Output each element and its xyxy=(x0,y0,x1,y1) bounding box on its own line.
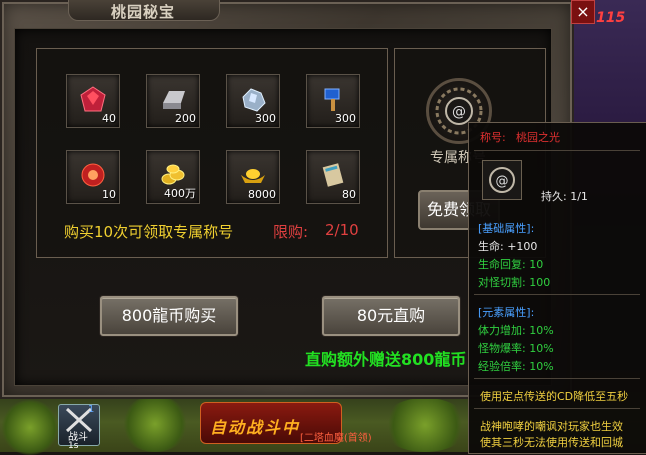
red-gem-icon xyxy=(80,86,106,112)
reward-count: 400万 xyxy=(164,187,196,200)
tooltip-divider xyxy=(474,378,640,379)
gold-ingot-icon xyxy=(241,169,265,183)
blue-hammer-icon xyxy=(324,88,340,111)
tooltip-element-title: [元素属性]: xyxy=(478,306,535,319)
limit-value: 2/10 xyxy=(325,221,359,239)
tooltip-durability: 持久: 1/1 xyxy=(541,190,588,203)
reward-slot[interactable]: 300 xyxy=(306,74,360,128)
close-button[interactable]: × xyxy=(571,0,595,24)
tooltip-base-stat: 生命: +100 xyxy=(478,240,538,253)
tooltip-divider xyxy=(474,294,640,295)
tooltip-divider xyxy=(474,408,640,409)
auto-combat-target: [二塔血魔(首领) xyxy=(300,433,372,444)
hp-overlay-text: 115 xyxy=(596,10,626,26)
foliage-decoration xyxy=(380,398,470,452)
reward-slot[interactable]: 10 xyxy=(66,150,120,204)
reward-count: 200 xyxy=(175,112,196,125)
tooltip-effect: 战神咆哮的嘲讽对玩家也生效 xyxy=(480,420,623,433)
direct-buy-button[interactable]: 80元直购 xyxy=(322,296,460,336)
bonus-text: 直购额外赠送800龍币 xyxy=(305,350,467,369)
tooltip-element-stat: 体力增加: 10% xyxy=(478,324,554,337)
scroll-icon xyxy=(322,163,344,187)
foliage-decoration xyxy=(120,396,190,452)
reward-count: 300 xyxy=(255,112,276,125)
reward-count: 300 xyxy=(335,112,356,125)
svg-text:@: @ xyxy=(452,104,466,120)
limit-label: 限购: xyxy=(273,223,309,241)
tooltip-divider xyxy=(474,150,640,151)
reward-slot[interactable]: 400万 xyxy=(146,150,200,204)
combat-hotkey: 1 xyxy=(88,404,95,415)
reward-slot[interactable]: 300 xyxy=(226,74,280,128)
svg-text:@: @ xyxy=(496,174,509,189)
tooltip-name-label: 称号: xyxy=(480,131,506,144)
ore-crystal-icon xyxy=(242,88,266,112)
reward-slot[interactable]: 8000 xyxy=(226,150,280,204)
reward-slot[interactable]: 40 xyxy=(66,74,120,128)
reward-count: 40 xyxy=(102,112,116,125)
reward-count: 10 xyxy=(102,188,116,201)
tooltip-effect: 使其三秒无法使用传送和回城 xyxy=(480,436,623,449)
tooltip-base-title: [基础属性]: xyxy=(478,222,535,235)
reward-slot[interactable]: 200 xyxy=(146,74,200,128)
tooltip-element-stat: 怪物爆率: 10% xyxy=(478,342,554,355)
foliage-decoration xyxy=(0,400,60,455)
reward-slot[interactable]: 80 xyxy=(306,150,360,204)
tooltip-base-stat: 生命回复: 10 xyxy=(478,258,544,271)
buy-hint-text: 购买10次可领取专属称号 xyxy=(64,223,234,241)
tooltip-base-stat: 对怪切割: 100 xyxy=(478,276,551,289)
coin-buy-button[interactable]: 800龍币购买 xyxy=(100,296,238,336)
silver-ingot-icon xyxy=(163,91,185,109)
tooltip-name-value: 桃园之光 xyxy=(516,131,560,144)
panel-title: 桃园秘宝 xyxy=(110,3,175,21)
auto-combat-label: 自动战斗中 xyxy=(210,418,301,437)
tooltip-effect: 使用定点传送的CD降低至五秒 xyxy=(480,390,629,403)
tooltip-element-stat: 经验倍率: 10% xyxy=(478,360,554,373)
combat-cooldown: 1s xyxy=(68,441,79,451)
reward-count: 80 xyxy=(342,188,356,201)
reward-count: 8000 xyxy=(248,188,276,201)
red-pearl-icon xyxy=(81,163,105,187)
tooltip-title-icon: @ xyxy=(482,160,522,200)
